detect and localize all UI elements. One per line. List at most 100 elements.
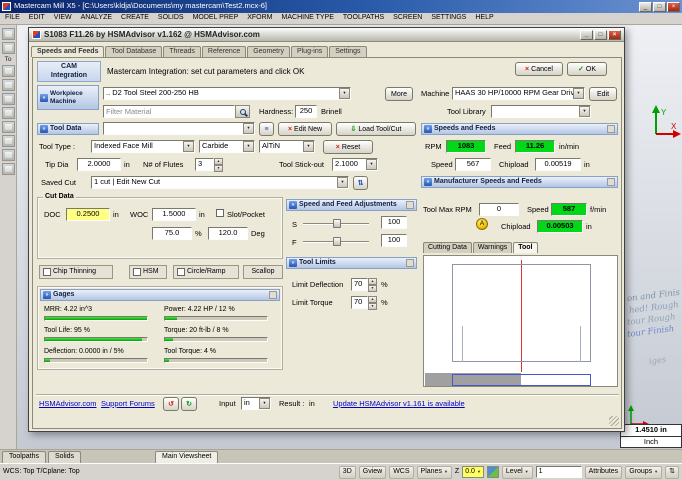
- level-value-field[interactable]: 1: [535, 466, 582, 478]
- section-gages[interactable]: » Gages: [40, 289, 280, 301]
- stepover-value[interactable]: 75.0: [152, 227, 192, 240]
- section-tool-data[interactable]: » Tool Data: [37, 123, 99, 135]
- tip-dia-value[interactable]: 2.0000: [77, 158, 121, 171]
- tool-material-select[interactable]: Carbide ▼: [199, 140, 255, 153]
- ok-button[interactable]: ✓ OK: [567, 62, 607, 76]
- minimize-icon[interactable]: _: [639, 1, 652, 12]
- chevron-down-icon[interactable]: ▼: [366, 159, 377, 170]
- up-icon[interactable]: ▲: [214, 158, 223, 165]
- tab-toolpaths-panel[interactable]: Toolpaths: [2, 451, 46, 463]
- chevron-down-icon[interactable]: ▼: [243, 123, 254, 134]
- chip-thinning-toggle[interactable]: Chip Thinning: [39, 265, 113, 279]
- rpm-value[interactable]: 1083: [446, 140, 486, 153]
- hsmadvisor-link[interactable]: HSMAdvisor.com: [39, 399, 97, 409]
- material-select[interactable]: .. D2 Tool Steel 200-250 HB ▼: [103, 87, 351, 100]
- tab-plugins[interactable]: Plug-ins: [290, 45, 329, 57]
- circle-ramp-toggle[interactable]: Circle/Ramp: [173, 265, 239, 279]
- section-options-icon[interactable]: [607, 178, 615, 186]
- chevron-down-icon[interactable]: ▼: [337, 177, 348, 188]
- tab-threads[interactable]: Threads: [163, 45, 201, 57]
- tab-main-viewsheet[interactable]: Main Viewsheet: [155, 451, 219, 463]
- level-button[interactable]: Level ▼: [501, 465, 533, 479]
- menu-create[interactable]: CREATE: [121, 14, 149, 22]
- menu-xform[interactable]: XFORM: [247, 14, 272, 22]
- scallop-button[interactable]: Scallop: [243, 265, 283, 279]
- tab-tool-database[interactable]: Tool Database: [105, 45, 163, 57]
- edit-machine-button[interactable]: Edit: [589, 87, 617, 101]
- chevron-down-icon[interactable]: ▼: [573, 88, 584, 99]
- section-workpiece-machine[interactable]: » Workpiece Machine: [37, 85, 99, 110]
- edit-new-button[interactable]: × Edit New: [278, 122, 332, 136]
- redo-button[interactable]: ↻: [181, 397, 197, 411]
- toolbar-icon[interactable]: [1, 28, 15, 40]
- up-icon[interactable]: ▲: [368, 278, 377, 285]
- slot-pocket-checkbox[interactable]: [216, 209, 224, 217]
- tab-solids-panel[interactable]: Solids: [47, 451, 82, 463]
- saved-cut-sync-button[interactable]: ⇅: [353, 176, 368, 190]
- view-3d-button[interactable]: 3D: [338, 465, 356, 479]
- section-options-icon[interactable]: [406, 259, 414, 267]
- menu-view[interactable]: VIEW: [54, 14, 72, 22]
- toolbar-icon[interactable]: [1, 107, 15, 120]
- down-icon[interactable]: ▼: [214, 165, 223, 172]
- input-unit-select[interactable]: in ▼: [241, 397, 271, 410]
- dialog-minimize-icon[interactable]: _: [580, 29, 593, 40]
- flutes-stepper[interactable]: 3 ▲ ▼: [195, 158, 223, 172]
- hsm-toggle[interactable]: HSM: [129, 265, 167, 279]
- update-link[interactable]: Update HSMAdvisor v1.161 is available: [333, 399, 465, 409]
- feed-adjust-slider[interactable]: [303, 236, 369, 247]
- section-tool-limits[interactable]: » Tool Limits: [286, 257, 417, 269]
- menu-file[interactable]: FILE: [5, 14, 20, 22]
- tab-reference[interactable]: Reference: [201, 45, 247, 57]
- tab-warnings[interactable]: Warnings: [472, 242, 513, 254]
- attributes-button[interactable]: Attributes: [584, 465, 623, 479]
- tool-max-rpm-value[interactable]: 0: [479, 203, 519, 216]
- support-forums-link[interactable]: Support Forums: [101, 399, 155, 409]
- menu-settings[interactable]: SETTINGS: [431, 14, 466, 22]
- toolbar-icon[interactable]: [1, 42, 15, 54]
- menu-analyze[interactable]: ANALYZE: [81, 14, 112, 22]
- dialog-maximize-icon[interactable]: □: [594, 29, 607, 40]
- toolbar-icon[interactable]: [1, 79, 15, 92]
- woc-value[interactable]: 1.5000: [152, 208, 196, 221]
- checkbox-icon[interactable]: [133, 268, 141, 276]
- tab-speeds-and-feeds[interactable]: Speeds and Feeds: [31, 45, 105, 57]
- section-speeds-and-feeds[interactable]: » Speeds and Feeds: [421, 123, 618, 135]
- down-icon[interactable]: ▼: [368, 303, 377, 310]
- section-manufacturer-speeds[interactable]: » Manufacturer Speeds and Feeds: [421, 176, 618, 188]
- menu-screen[interactable]: SCREEN: [393, 14, 422, 22]
- toolbar-icon[interactable]: [1, 163, 15, 176]
- toolbar-icon[interactable]: [1, 135, 15, 148]
- gview-button[interactable]: Gview: [358, 465, 387, 479]
- chevron-down-icon[interactable]: ▼: [243, 141, 254, 152]
- resize-grip[interactable]: [609, 416, 619, 426]
- toolbar-icon[interactable]: [1, 65, 15, 78]
- chevron-down-icon[interactable]: ▼: [339, 88, 350, 99]
- feed-value[interactable]: 11.26: [515, 140, 555, 153]
- groups-button[interactable]: Groups ▼: [625, 465, 663, 479]
- window-titlebar[interactable]: Mastercam Mill X5 - [C:\Users\kldja\Docu…: [0, 0, 682, 13]
- dialog-titlebar[interactable]: S1083 F11.26 by HSMAdvisor v1.162 @ HSMA…: [29, 28, 624, 42]
- menu-model-prep[interactable]: MODEL PREP: [193, 14, 239, 22]
- speed-adjust-slider[interactable]: [303, 218, 369, 229]
- tab-cutting-data[interactable]: Cutting Data: [423, 242, 472, 254]
- limit-deflection-stepper[interactable]: 70 ▲ ▼: [351, 278, 377, 292]
- menu-edit[interactable]: EDIT: [29, 14, 45, 22]
- mfr-chipload-value[interactable]: 0.00503: [537, 220, 583, 233]
- tab-tool[interactable]: Tool: [513, 242, 538, 254]
- reset-button[interactable]: × Reset: [323, 140, 373, 154]
- z-value-field[interactable]: 0.0 ▼: [462, 466, 484, 478]
- toolbar-icon[interactable]: [1, 149, 15, 162]
- checkbox-icon[interactable]: [43, 268, 51, 276]
- machine-select[interactable]: HAAS 30 HP/10000 RPM Gear Drive ▼: [452, 87, 585, 100]
- tool-library-select[interactable]: ▼: [491, 105, 591, 118]
- section-options-icon[interactable]: [406, 201, 414, 209]
- tool-list-button[interactable]: ≡: [259, 122, 274, 136]
- feed-adjust-value[interactable]: 100: [381, 234, 407, 247]
- chevron-down-icon[interactable]: ▼: [579, 106, 590, 117]
- planes-button[interactable]: Planes ▼: [416, 465, 452, 479]
- dialog-close-icon[interactable]: ×: [608, 29, 621, 40]
- tool-select[interactable]: ▼: [103, 122, 255, 135]
- menu-help[interactable]: HELP: [475, 14, 493, 22]
- menu-machine-type[interactable]: MACHINE TYPE: [282, 14, 334, 22]
